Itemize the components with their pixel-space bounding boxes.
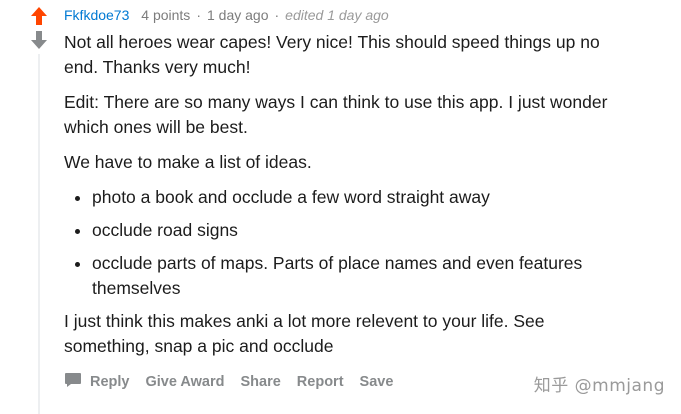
list-item: occlude parts of maps. Parts of place na… <box>92 251 609 301</box>
author-link[interactable]: Fkfkdoe73 <box>64 7 129 23</box>
reply-label: Reply <box>90 374 130 390</box>
share-button[interactable]: Share <box>240 374 280 390</box>
save-button[interactable]: Save <box>360 374 394 390</box>
watermark: 知乎 @mmjang <box>533 376 665 396</box>
comment-paragraph: Not all heroes wear capes! Very nice! Th… <box>64 32 600 77</box>
vote-column <box>28 6 50 52</box>
downvote-button[interactable] <box>28 30 50 52</box>
comment-body: Not all heroes wear capes! Very nice! Th… <box>64 30 609 359</box>
arrow-up-icon <box>31 7 47 25</box>
give-award-button[interactable]: Give Award <box>146 374 225 390</box>
comment-paragraph: Edit: There are so many ways I can think… <box>64 92 608 137</box>
reply-button[interactable]: Reply <box>64 372 130 392</box>
edited-label: edited 1 day ago <box>285 7 389 23</box>
report-button[interactable]: Report <box>297 374 344 390</box>
comment-meta: Fkfkdoe73 4 points · 1 day ago · edited 1 da… <box>64 4 664 26</box>
comment-paragraph: I just think this makes anki a lot more … <box>64 311 545 356</box>
upvote-button[interactable] <box>28 6 50 28</box>
meta-separator: · <box>274 7 280 23</box>
comment-paragraph: We have to make a list of ideas. <box>64 152 312 172</box>
meta-separator: · <box>196 7 201 23</box>
comment-bubble-icon <box>64 372 82 392</box>
list-item: occlude road signs <box>92 218 609 243</box>
ideas-list: photo a book and occlude a few word stra… <box>64 185 609 301</box>
thread-line[interactable] <box>38 54 40 414</box>
timestamp[interactable]: 1 day ago <box>207 7 269 23</box>
arrow-down-icon <box>31 31 47 49</box>
list-item: photo a book and occlude a few word stra… <box>92 185 609 210</box>
comment: Fkfkdoe73 4 points · 1 day ago · edited 1 da… <box>64 4 664 395</box>
points-count: 4 points <box>141 7 191 23</box>
